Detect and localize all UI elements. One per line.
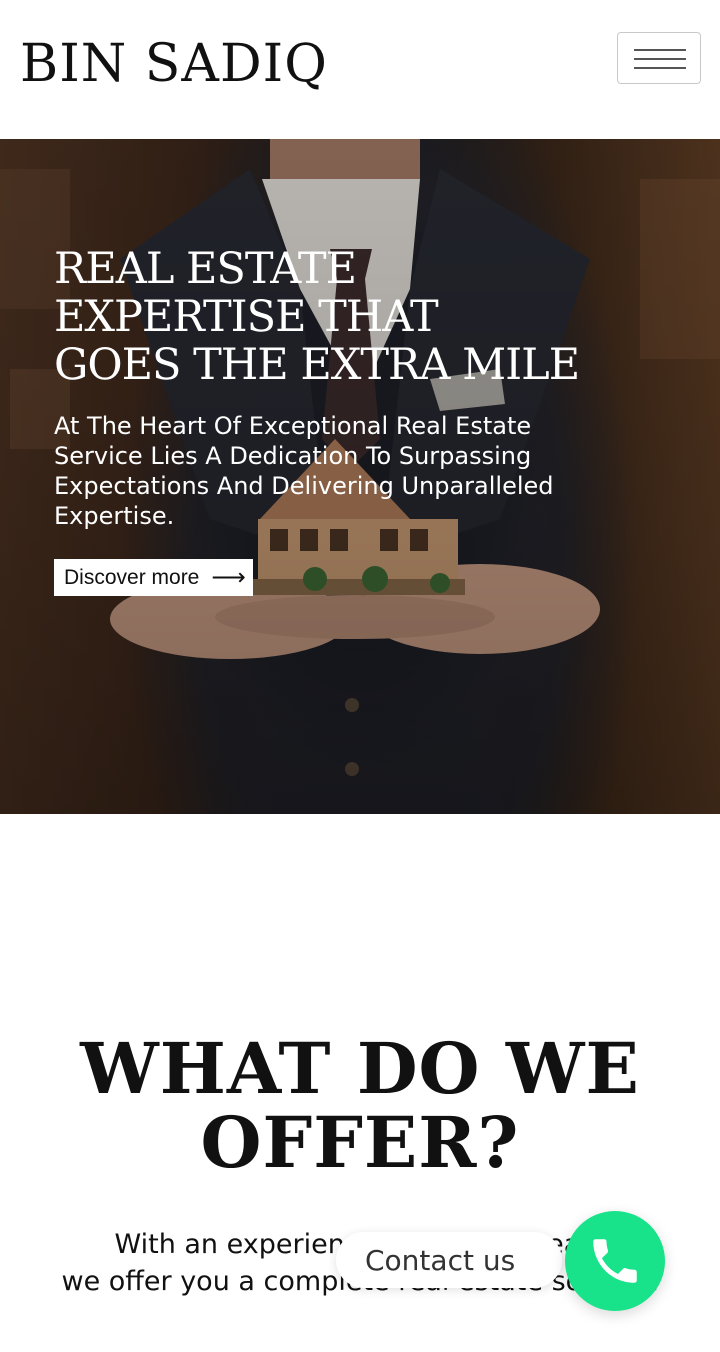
hero-title-line: REAL ESTATE <box>54 244 357 294</box>
discover-more-label: Discover more <box>64 565 200 589</box>
offer-title-line: WHAT DO WE <box>80 1027 640 1110</box>
call-button[interactable] <box>565 1211 665 1311</box>
hero-subtitle-line: Service Lies A Dedication To Surpassing <box>54 442 532 470</box>
hero-title: REAL ESTATE EXPERTISE THAT GOES THE EXTR… <box>54 245 654 389</box>
offer-title: WHAT DO WE OFFER? <box>0 1032 720 1180</box>
hero-subtitle-line: Expertise. <box>54 502 175 530</box>
offer-title-line: OFFER? <box>200 1101 520 1184</box>
discover-more-button[interactable]: Discover more ⟶ <box>54 559 253 596</box>
hero-title-line: EXPERTISE THAT <box>54 292 439 342</box>
hero-section: REAL ESTATE EXPERTISE THAT GOES THE EXTR… <box>0 139 720 814</box>
site-header: BIN SADIQ <box>0 0 720 139</box>
phone-icon <box>593 1239 637 1283</box>
menu-button[interactable] <box>617 32 701 84</box>
hero-subtitle: At The Heart Of Exceptional Real Estate … <box>54 411 634 531</box>
arrow-right-icon: ⟶ <box>211 563 246 591</box>
contact-us-label[interactable]: Contact us <box>336 1232 562 1288</box>
hero-subtitle-line: Expectations And Delivering Unparalleled <box>54 472 554 500</box>
site-logo[interactable]: BIN SADIQ <box>20 33 328 95</box>
hero-title-line: GOES THE EXTRA MILE <box>54 340 580 390</box>
hero-subtitle-line: At The Heart Of Exceptional Real Estate <box>54 412 532 440</box>
